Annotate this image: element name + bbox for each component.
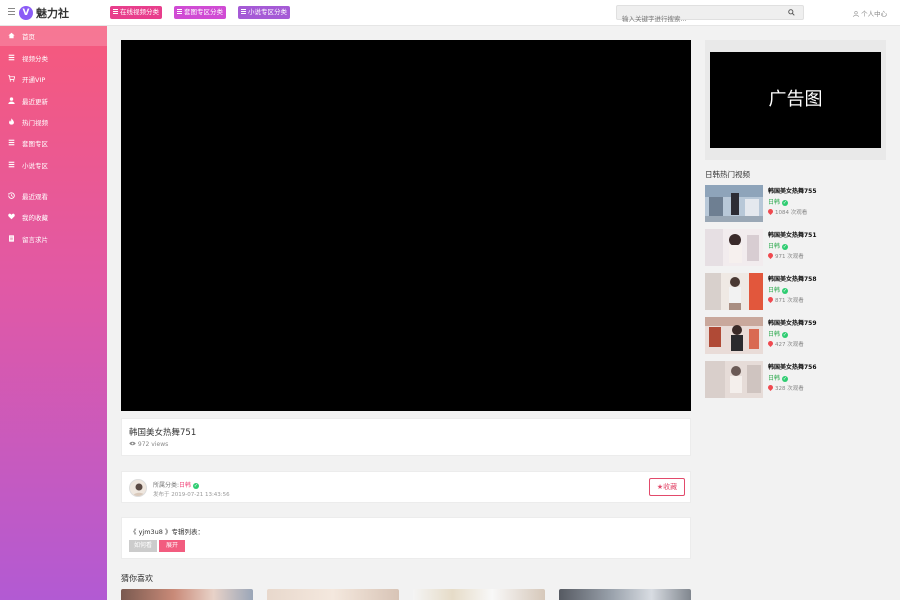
sidebar-item-video-categories[interactable]: 视频分类 [0,48,107,68]
verified-icon: ✓ [781,200,788,206]
section-title-guess: 猜你喜欢 [121,574,153,583]
verified-icon: ✓ [192,483,199,489]
verified-icon: ✓ [781,288,788,294]
sidebar-item-requests[interactable]: 留言求片 [0,229,107,249]
sidebar: 首页 视频分类 开通VIP 最近更新 热门视频 套图专区 小说专区 最近观看 我… [0,26,107,600]
sidebar-item-home[interactable]: 首页 [0,26,107,46]
ad-banner[interactable]: 广告图 [710,52,881,148]
expand-button[interactable]: 展开 [159,540,185,552]
thumbnail-image [705,317,763,354]
category-line: 所属分类:日韩 ✓ [153,482,199,489]
video-title: 韩国美女热舞751 [129,428,197,438]
hot-video-item[interactable]: 韩国美女热舞755 日韩 ✓ 1084 次观看 [705,185,886,223]
logo-badge: V [19,6,33,20]
episode-button[interactable]: 如何看 [129,540,157,552]
sidebar-item-gallery[interactable]: 套图专区 [0,133,107,153]
fire-icon [766,207,775,216]
eye-icon [129,441,136,446]
hot-video-item[interactable]: 韩国美女热舞751 日韩 ✓ 971 次观看 [705,229,886,267]
video-player[interactable] [121,40,691,411]
thumbnail-image [705,229,763,266]
video-thumbnail[interactable] [705,185,763,222]
fire-icon [766,251,775,260]
search-icon[interactable] [788,9,795,16]
avatar[interactable] [129,479,147,497]
favorite-button[interactable]: ★收藏 [649,478,685,496]
video-thumbnail[interactable] [705,317,763,354]
video-title-card: 韩国美女热舞751 972 views [121,418,691,456]
cart-icon [8,75,15,82]
user-icon [853,11,859,18]
sidebar-item-latest[interactable]: 最近更新 [0,91,107,111]
user-center-link[interactable]: 个人中心 [853,8,887,18]
thumbnail-image [705,361,763,398]
menu-toggle-icon[interactable] [8,8,15,16]
hot-videos-title: 日韩热门视频 [705,170,750,179]
search-input[interactable] [617,12,777,26]
tab-gallery-categories[interactable]: 套图专区分类 [174,6,226,19]
verified-icon: ✓ [781,244,788,250]
tab-novel-categories[interactable]: 小说专区分类 [238,6,290,19]
list-icon [8,139,15,146]
list-icon [8,161,15,168]
thumbnail-image [705,273,763,310]
list-icon [241,9,246,14]
fire-icon [766,383,775,392]
home-icon [8,32,15,39]
sidebar-item-vip[interactable]: 开通VIP [0,69,107,89]
list-icon [177,9,182,14]
album-card: 《 yjm3u8 》专辑列表： 如何看 展开 [121,517,691,559]
site-logo[interactable]: V 魅力社 [19,5,69,21]
fire-icon [766,339,775,348]
tab-video-categories[interactable]: 在线视频分类 [110,6,162,19]
hot-video-item[interactable]: 韩国美女热舞759 日韩 ✓ 427 次观看 [705,317,886,355]
hot-video-item[interactable]: 韩国美女热舞756 日韩 ✓ 328 次观看 [705,361,886,399]
document-icon [9,235,14,242]
ad-box: 广告图 [705,40,886,160]
view-count: 972 views [129,441,168,448]
video-thumbnail[interactable] [705,361,763,398]
sidebar-item-novels[interactable]: 小说专区 [0,155,107,175]
search-box [616,5,804,26]
thumbnail-image [705,185,763,222]
list-icon [8,54,15,61]
recommend-thumbnail[interactable] [121,589,253,600]
publish-date: 发布于 2019-07-21 13:43:56 [153,492,230,498]
sidebar-item-favorites[interactable]: 我的收藏 [0,207,107,227]
user-icon [8,97,15,104]
recommend-thumbnail[interactable] [413,589,545,600]
album-title: 《 yjm3u8 》专辑列表： [130,528,205,536]
recommend-thumbnail[interactable] [559,589,691,600]
video-meta-card: 所属分类:日韩 ✓ 发布于 2019-07-21 13:43:56 ★收藏 [121,471,691,503]
top-bar: V 魅力社 在线视频分类 套图专区分类 小说专区分类 个人中心 [0,0,900,26]
logo-text: 魅力社 [36,7,69,20]
fire-icon [9,118,14,125]
video-thumbnail[interactable] [705,229,763,266]
sidebar-item-hot[interactable]: 热门视频 [0,112,107,132]
category-link[interactable]: 日韩 [179,482,191,489]
fire-icon [766,295,775,304]
video-thumbnail[interactable] [705,273,763,310]
history-icon [8,192,15,199]
hot-video-item[interactable]: 韩国美女热舞758 日韩 ✓ 871 次观看 [705,273,886,311]
sidebar-item-recent[interactable]: 最近观看 [0,186,107,206]
verified-icon: ✓ [781,376,788,382]
list-icon [113,9,118,14]
verified-icon: ✓ [781,332,788,338]
heart-icon [8,213,15,220]
avatar-image [130,480,146,496]
recommend-thumbnail[interactable] [267,589,399,600]
